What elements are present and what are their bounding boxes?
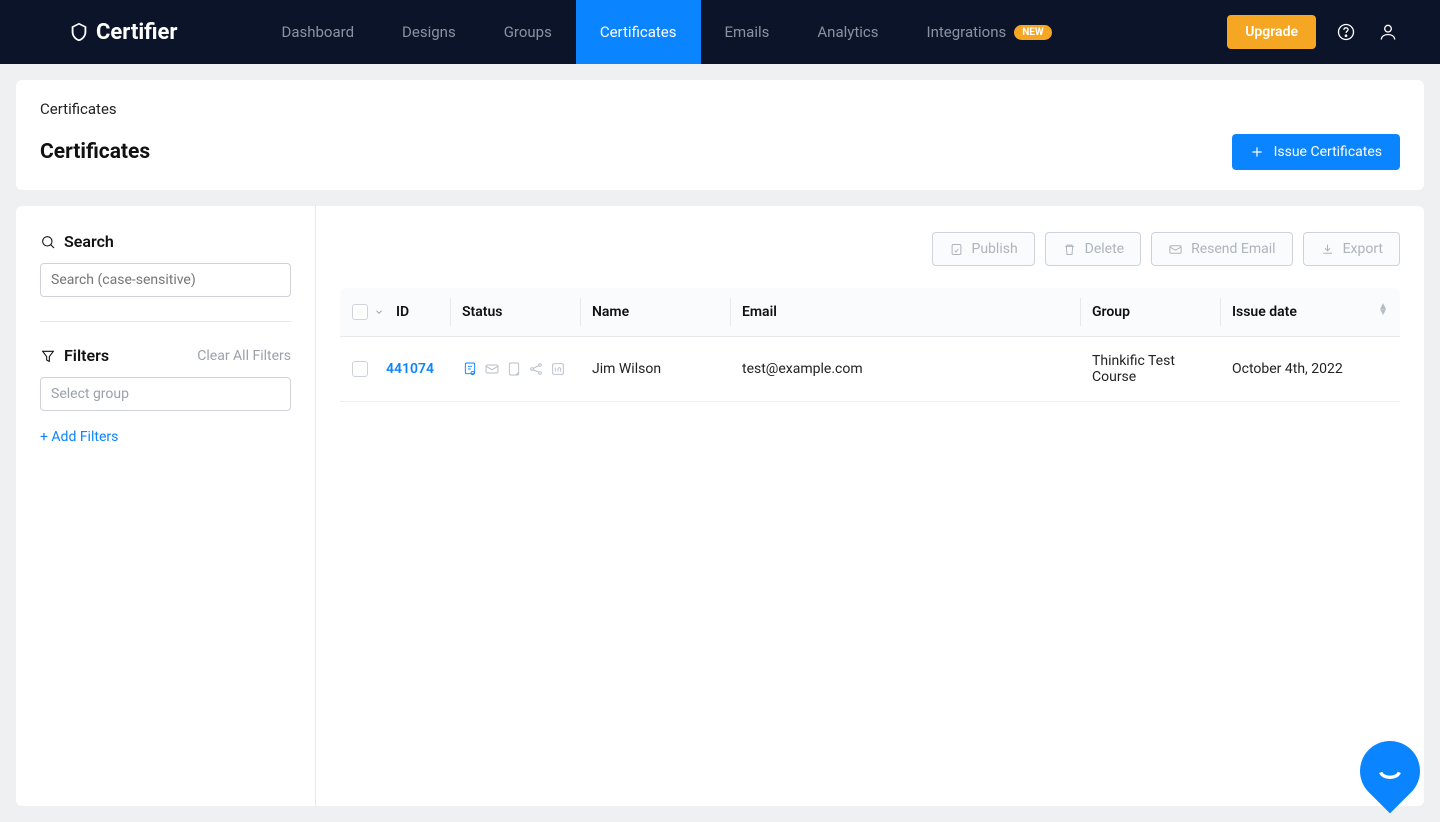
cell-name: Jim Wilson	[580, 337, 730, 402]
user-icon[interactable]	[1376, 20, 1400, 44]
status-icons	[462, 361, 568, 377]
nav-analytics[interactable]: Analytics	[793, 0, 902, 64]
resend-email-button[interactable]: Resend Email	[1151, 232, 1292, 266]
issue-certificates-button[interactable]: Issue Certificates	[1232, 134, 1400, 170]
cell-group: Thinkific Test Course	[1080, 337, 1220, 402]
download-icon	[1320, 242, 1335, 257]
search-icon	[40, 234, 56, 250]
doc-icon	[506, 361, 522, 377]
upgrade-button[interactable]: Upgrade	[1227, 15, 1316, 49]
filters-title: Filters	[64, 346, 109, 365]
th-email: Email	[730, 288, 1080, 337]
badge-new: NEW	[1014, 25, 1051, 40]
group-select[interactable]: Select group	[40, 377, 291, 411]
th-issue-date: Issue date	[1232, 304, 1297, 320]
smile-icon	[1374, 755, 1406, 787]
nav-certificates[interactable]: Certificates	[576, 0, 701, 64]
th-group: Group	[1080, 288, 1220, 337]
table-row: 441074 Jim Wilson test@example.com Think…	[340, 337, 1400, 402]
publish-icon	[949, 242, 964, 257]
nav-groups[interactable]: Groups	[480, 0, 576, 64]
cert-icon	[462, 361, 478, 377]
shield-icon	[68, 21, 90, 43]
cell-issue-date: October 4th, 2022	[1220, 337, 1400, 402]
help-icon[interactable]	[1334, 20, 1358, 44]
select-all-checkbox[interactable]	[352, 304, 368, 320]
row-checkbox[interactable]	[352, 361, 368, 377]
nav-integrations[interactable]: Integrations NEW	[903, 0, 1076, 64]
page-title: Certificates	[40, 140, 150, 164]
nav-emails[interactable]: Emails	[701, 0, 794, 64]
sort-icon[interactable]: ▲▼	[1378, 304, 1388, 316]
nav-dashboard[interactable]: Dashboard	[258, 0, 379, 64]
trash-icon	[1062, 242, 1077, 257]
plus-icon	[1250, 145, 1264, 159]
delete-button[interactable]: Delete	[1045, 232, 1141, 266]
cert-id-link[interactable]: 441074	[386, 361, 434, 377]
th-name: Name	[580, 288, 730, 337]
search-input[interactable]	[40, 263, 291, 297]
th-status: Status	[450, 288, 580, 337]
th-id: ID	[396, 304, 409, 320]
breadcrumb: Certificates	[40, 100, 1400, 118]
publish-button[interactable]: Publish	[932, 232, 1035, 266]
mail-icon	[1168, 242, 1183, 257]
linkedin-icon	[550, 361, 566, 377]
filter-icon	[40, 348, 56, 364]
nav-designs[interactable]: Designs	[378, 0, 480, 64]
clear-filters-link[interactable]: Clear All Filters	[197, 348, 291, 364]
search-title: Search	[64, 232, 114, 251]
add-filters-link[interactable]: + Add Filters	[40, 429, 291, 445]
share-icon	[528, 361, 544, 377]
chevron-down-icon[interactable]	[374, 307, 384, 317]
brand-name: Certifier	[96, 20, 178, 45]
export-button[interactable]: Export	[1303, 232, 1400, 266]
brand-logo[interactable]: Certifier	[68, 20, 178, 45]
mail-icon	[484, 361, 500, 377]
cell-email: test@example.com	[730, 337, 1080, 402]
